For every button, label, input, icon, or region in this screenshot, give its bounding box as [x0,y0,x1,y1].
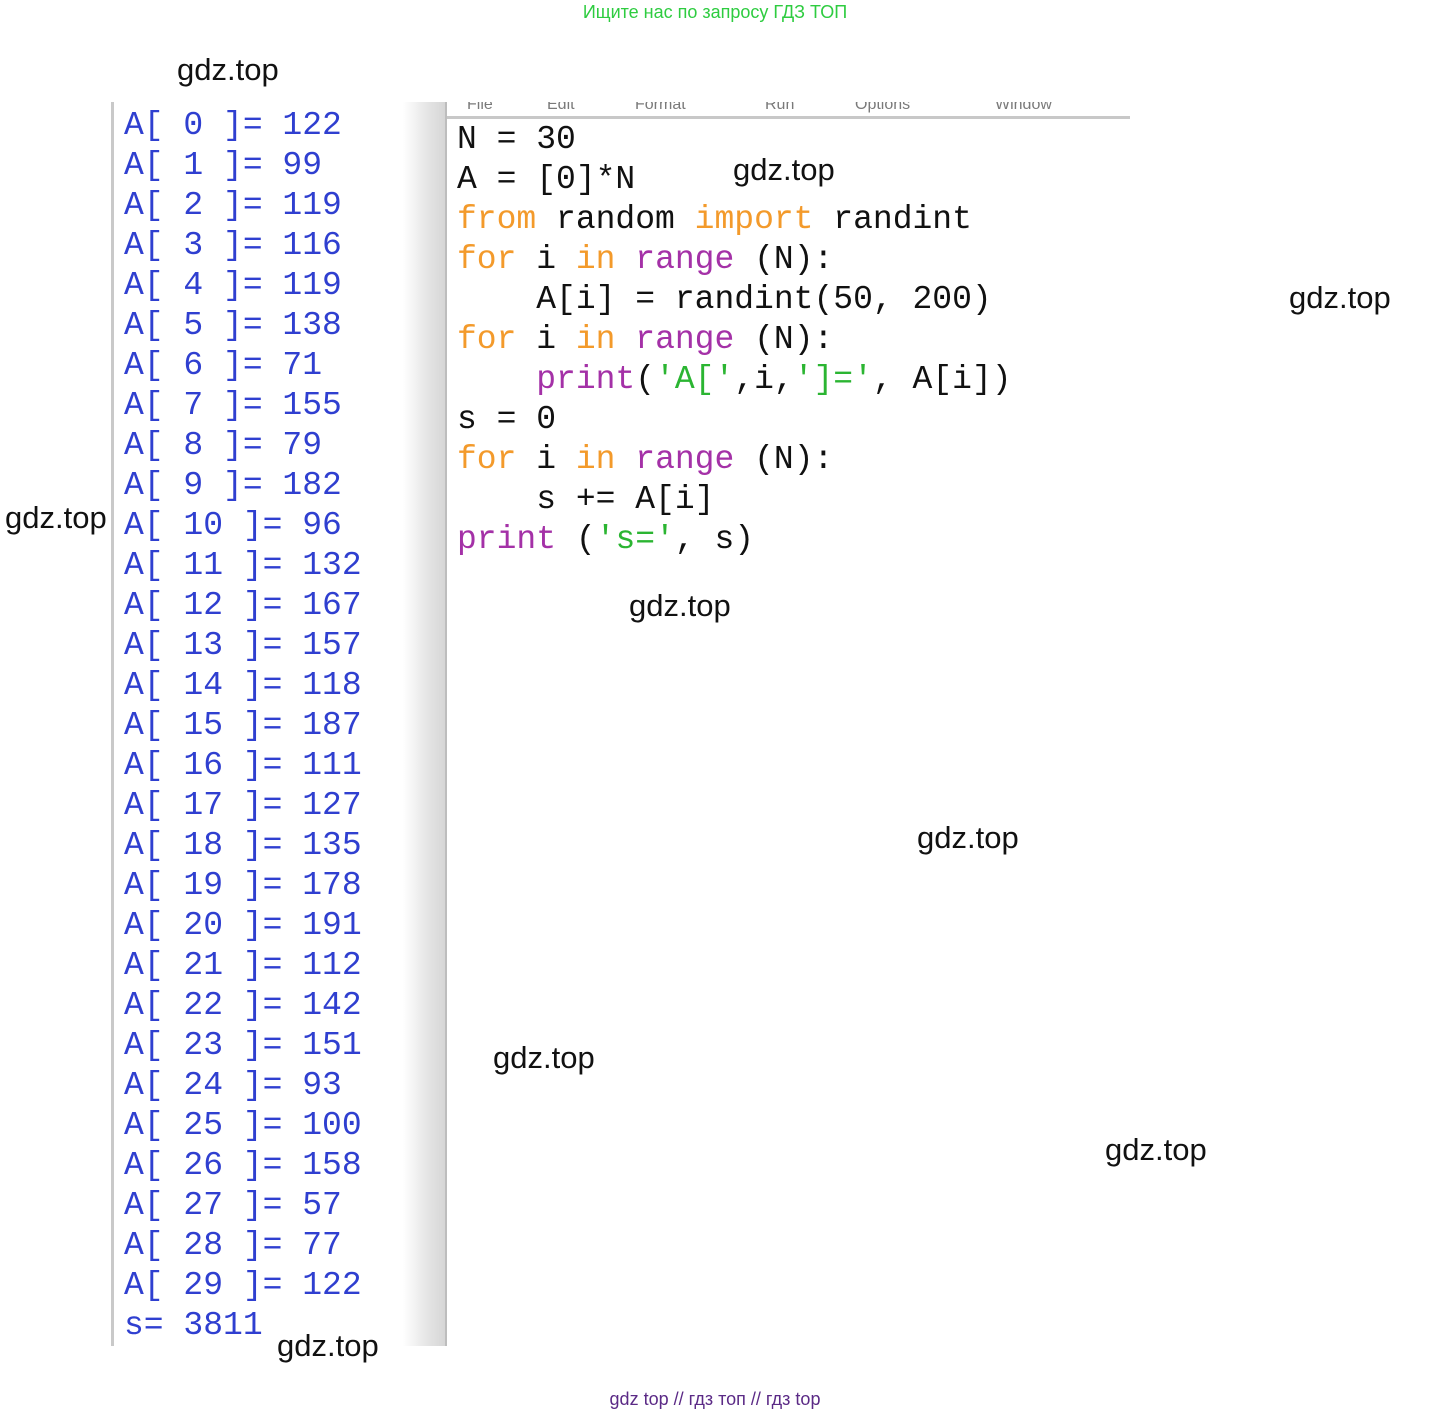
code-token: i [516,321,576,358]
watermark: gdz.top [917,820,1019,855]
output-line: A[ 10 ]= 96 [124,507,342,544]
code-token: s = 0 [457,401,557,438]
menu-item[interactable]: Format [635,102,686,114]
code-token: ,i, [734,361,794,398]
code-token: A = [0]*N [457,161,636,198]
output-line: A[ 6 ]= 71 [124,347,323,384]
code-token: A[i] = randint(50, 200) [457,281,992,318]
output-line: A[ 23 ]= 151 [124,1027,362,1064]
output-line: A[ 4 ]= 119 [124,267,342,304]
code-token: N = 30 [457,121,576,158]
output-line: A[ 17 ]= 127 [124,787,362,824]
menu-item[interactable]: Options [855,102,910,114]
code-line: A[i] = randint(50, 200) [457,280,1012,320]
code-token: in [575,241,616,278]
output-line: A[ 11 ]= 132 [124,547,362,584]
panel-divider [403,102,445,1346]
code-line: from random import randint [457,200,1012,240]
code-token: random [536,201,695,238]
code-token: ( [556,521,596,558]
code-token: for [457,241,517,278]
output-line: A[ 25 ]= 100 [124,1107,362,1144]
code-line: print('A[',i,']=', A[i]) [457,360,1012,400]
output-line: A[ 28 ]= 77 [124,1227,342,1264]
output-line: A[ 27 ]= 57 [124,1187,342,1224]
menu-item[interactable]: Edit [547,102,575,114]
code-token: , s) [674,521,755,558]
output-line: A[ 19 ]= 178 [124,867,362,904]
code-token: randint [813,201,972,238]
output-line: A[ 14 ]= 118 [124,667,362,704]
code-token: 'A[' [655,361,735,398]
code-line: for i in range (N): [457,440,1012,480]
code-line: for i in range (N): [457,320,1012,360]
menu-item[interactable]: Window [995,102,1052,114]
watermark: gdz.top [1289,280,1391,315]
output-line: A[ 7 ]= 155 [124,387,342,424]
shell-output-list: A[ 0 ]= 122 A[ 1 ]= 99 A[ 2 ]= 119 A[ 3 ]= … [124,106,362,1346]
output-line: A[ 8 ]= 79 [124,427,323,464]
code-token: in [575,441,616,478]
output-line: A[ 3 ]= 116 [124,227,342,264]
code-token: range [635,441,735,478]
watermark: gdz.top [277,1328,379,1363]
code-token: import [694,201,814,238]
code-line: s = 0 [457,400,1012,440]
code-token: (N): [734,241,834,278]
bottom-banner: gdz top // гдз топ // гдз top [609,1389,821,1409]
output-line: A[ 26 ]= 158 [124,1147,362,1184]
watermark: gdz.top [177,52,279,87]
output-line: A[ 18 ]= 135 [124,827,362,864]
output-line: A[ 1 ]= 99 [124,147,323,184]
code-token: i [516,241,576,278]
code-line: print ('s=', s) [457,520,1012,560]
output-line: A[ 13 ]= 157 [124,627,362,664]
code-token: s += A[i] [457,481,715,518]
code-token: from [457,201,537,238]
code-token: (N): [734,441,834,478]
watermark: gdz.top [629,588,731,623]
menu-bar: File Edit Format Run Options Window [447,102,1130,119]
code-token: print [457,521,557,558]
code-token: in [575,321,616,358]
code-token: ']=' [793,361,873,398]
menu-item[interactable]: Run [765,102,794,114]
watermark: gdz.top [493,1040,595,1075]
output-line: A[ 2 ]= 119 [124,187,342,224]
code-token: 's=' [595,521,675,558]
output-line: A[ 15 ]= 187 [124,707,362,744]
output-line: A[ 29 ]= 122 [124,1267,362,1304]
code-token: i [516,441,576,478]
output-line: A[ 16 ]= 111 [124,747,362,784]
code-token: for [457,321,517,358]
watermark: gdz.top [5,500,107,535]
output-line: A[ 22 ]= 142 [124,987,362,1024]
watermark: gdz.top [733,152,835,187]
code-line: s += A[i] [457,480,1012,520]
code-token: for [457,441,517,478]
output-line: A[ 12 ]= 167 [124,587,362,624]
code-line: for i in range (N): [457,240,1012,280]
code-token: print [536,361,636,398]
output-line: A[ 21 ]= 112 [124,947,362,984]
output-line: A[ 9 ]= 182 [124,467,342,504]
output-line: A[ 24 ]= 93 [124,1067,342,1104]
top-banner: Ищите нас по запросу ГДЗ ТОП [582,2,848,22]
code-token: ( [635,361,656,398]
code-token: (N): [734,321,834,358]
output-line: A[ 5 ]= 138 [124,307,342,344]
code-token: range [635,321,735,358]
watermark: gdz.top [1105,1132,1207,1167]
menu-item[interactable]: File [467,102,493,114]
code-token: , A[i]) [872,361,1012,398]
output-line: A[ 20 ]= 191 [124,907,362,944]
output-line: A[ 0 ]= 122 [124,107,342,144]
code-token: range [635,241,735,278]
